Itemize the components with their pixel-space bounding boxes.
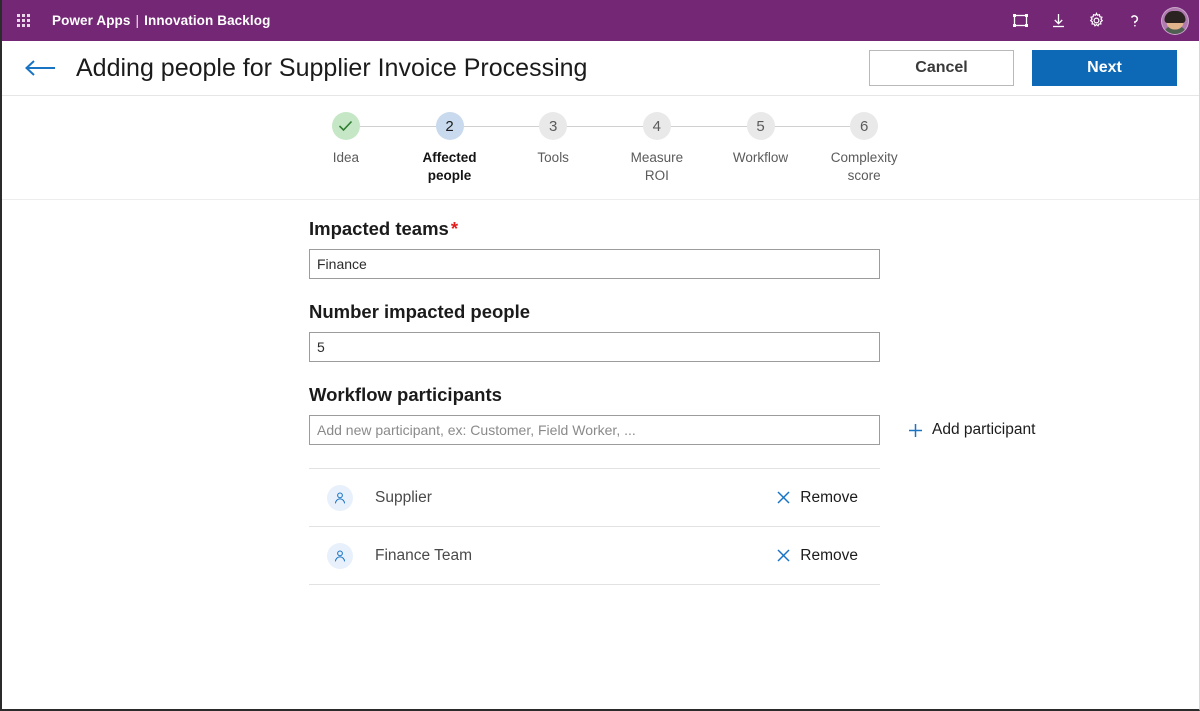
waffle-grid <box>16 14 30 27</box>
step-label-6: Complexity score <box>830 150 898 183</box>
wizard-stepper: Idea 2 Affected people 3 Tools 4 Measure… <box>2 96 1199 200</box>
topbar-icon-group <box>1003 4 1189 38</box>
impacted-teams-label-text: Impacted teams <box>309 218 449 239</box>
person-icon <box>327 542 353 569</box>
page-title: Adding people for Supplier Invoice Proce… <box>76 53 588 82</box>
impacted-teams-label: Impacted teams * <box>309 218 1199 240</box>
participant-name: Finance Team <box>375 546 473 564</box>
field-gap <box>2 279 1199 301</box>
brand-secondary: Innovation Backlog <box>144 13 271 28</box>
impacted-teams-input[interactable] <box>309 249 880 279</box>
step-indicator-6: 6 <box>850 112 879 140</box>
step-complexity-score[interactable]: 6 Complexity score <box>812 112 916 185</box>
person-icon <box>327 484 353 511</box>
step-label-3: Tools <box>537 150 569 165</box>
avatar[interactable] <box>1161 6 1189 35</box>
step-label-2: Affected people <box>422 150 477 183</box>
remove-label: Remove <box>800 546 858 564</box>
brand-title: Power Apps | Innovation Backlog <box>52 13 270 28</box>
help-icon[interactable] <box>1117 4 1151 38</box>
close-icon <box>776 490 791 505</box>
participant-name: Supplier <box>375 488 432 506</box>
app-launcher-icon[interactable] <box>8 6 38 36</box>
download-icon[interactable] <box>1041 4 1075 38</box>
number-impacted-people-field: Number impacted people <box>309 301 1199 362</box>
participants-list: Supplier Remove Finance Team Remove <box>309 468 880 585</box>
step-indicator-2: 2 <box>435 112 464 140</box>
workflow-participants-label: Workflow participants <box>309 384 502 405</box>
step-indicator-4: 4 <box>642 112 671 140</box>
add-participant-button[interactable]: Add participant <box>907 421 1035 439</box>
cancel-button[interactable]: Cancel <box>869 50 1014 86</box>
top-navigation-bar: Power Apps | Innovation Backlog <box>2 0 1199 41</box>
field-gap <box>2 362 1199 384</box>
brand-primary: Power Apps <box>52 13 131 28</box>
remove-participant-button[interactable]: Remove <box>776 489 858 507</box>
number-impacted-people-label: Number impacted people <box>309 301 531 322</box>
back-arrow-icon[interactable] <box>20 51 60 85</box>
app-window: Power Apps | Innovation Backlog Adding p… <box>0 0 1200 711</box>
step-tools[interactable]: 3 Tools <box>501 112 657 185</box>
add-participant-row: Add participant <box>309 415 1199 445</box>
step-label-4: Measure ROI <box>630 150 684 183</box>
stepper-track: Idea 2 Affected people 3 Tools 4 Measure… <box>294 112 916 185</box>
step-indicator-1 <box>331 112 360 140</box>
remove-participant-button[interactable]: Remove <box>776 547 858 565</box>
close-icon <box>776 548 791 563</box>
add-participant-label: Add participant <box>932 421 1036 438</box>
participant-row-supplier: Supplier Remove <box>309 469 880 527</box>
participant-row-finance-team: Finance Team Remove <box>309 527 880 585</box>
step-indicator-5: 5 <box>746 112 775 140</box>
gear-icon[interactable] <box>1079 4 1113 38</box>
step-measure-roi[interactable]: 4 Measure ROI <box>605 112 761 185</box>
step-idea[interactable]: Idea <box>294 112 450 185</box>
step-label-5: Workflow <box>732 150 789 165</box>
next-button[interactable]: Next <box>1032 50 1177 86</box>
new-participant-input[interactable] <box>309 415 880 445</box>
brand-separator: | <box>135 13 140 28</box>
avatar-hair <box>1164 11 1186 24</box>
step-affected-people[interactable]: 2 Affected people <box>398 112 554 185</box>
step-workflow[interactable]: 5 Workflow <box>709 112 865 185</box>
impacted-teams-field: Impacted teams * <box>309 218 1199 279</box>
step-indicator-3: 3 <box>539 112 568 140</box>
workflow-participants-field: Workflow participants <box>309 384 1199 406</box>
affected-people-form: Impacted teams* Number impacted people W… <box>2 200 1199 585</box>
plus-icon <box>907 422 924 439</box>
fit-to-screen-icon[interactable] <box>1003 4 1037 38</box>
number-impacted-people-input[interactable] <box>309 332 880 362</box>
step-label-1: Idea <box>332 150 359 165</box>
command-bar: Adding people for Supplier Invoice Proce… <box>2 41 1199 96</box>
remove-label: Remove <box>800 488 858 506</box>
required-indicator: * <box>450 218 459 239</box>
